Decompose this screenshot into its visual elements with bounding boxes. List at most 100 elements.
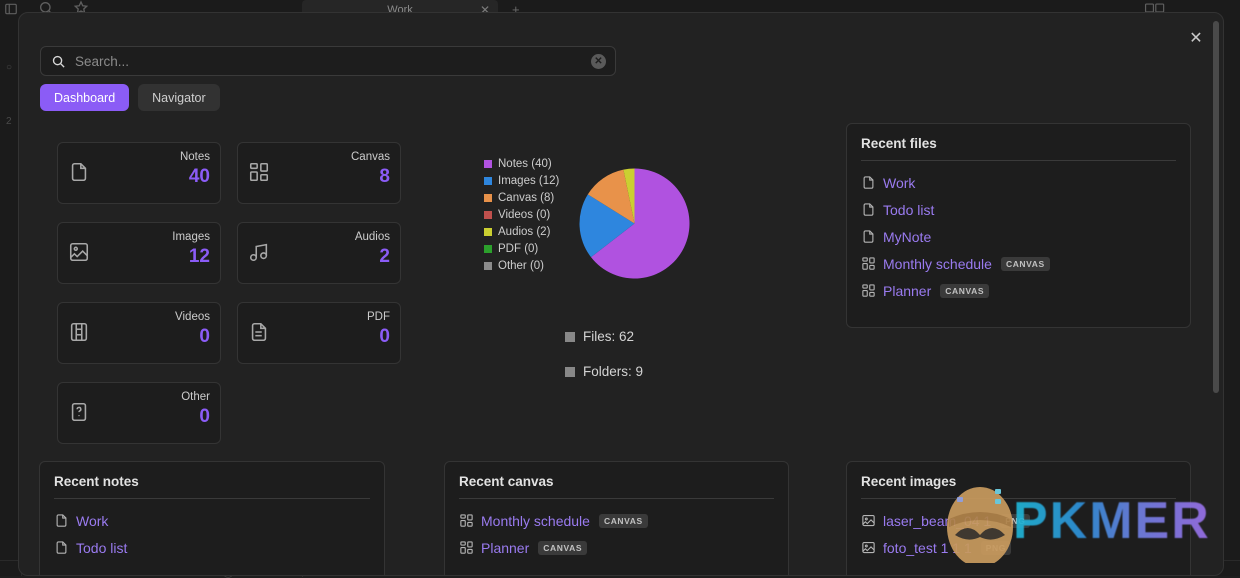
file-type-badge: CANVAS [538, 541, 587, 555]
stat-card-images[interactable]: Images 12 [57, 222, 221, 284]
list-item-label: Monthly schedule [481, 513, 590, 529]
file-icon [861, 202, 876, 217]
image-icon [68, 241, 90, 263]
panel-list: WorkTodo listMyNoteMonthly scheduleCANVA… [861, 161, 1176, 304]
list-item-label: foto_test 1 1 1 [883, 540, 972, 556]
list-item[interactable]: Work [861, 169, 1176, 196]
folders-count: Folders: 9 [565, 354, 643, 389]
pie-chart-svg [579, 168, 690, 279]
stat-card-videos[interactable]: Videos 0 [57, 302, 221, 364]
close-icon[interactable]: ✕ [1185, 28, 1207, 50]
files-count-label: Files: 62 [583, 329, 634, 344]
panel-title: Recent files [861, 136, 1176, 161]
legend-label: Notes (40) [498, 158, 552, 170]
modal-content: ✕ Dashboard Navigator Notes 40 [19, 13, 1223, 575]
legend-swatch-pdf [484, 245, 492, 253]
stat-card-canvas[interactable]: Canvas 8 [237, 142, 401, 204]
list-item[interactable]: Todo list [861, 196, 1176, 223]
legend-label: PDF (0) [498, 243, 538, 255]
legend-label: Images (12) [498, 175, 559, 187]
list-item[interactable]: Planner CANVAS [861, 277, 1176, 304]
stat-card-audios[interactable]: Audios 2 [237, 222, 401, 284]
file-type-badge: CANVAS [599, 514, 648, 528]
file-icon [861, 229, 876, 244]
film-icon [68, 321, 90, 343]
legend-item: Videos (0) [484, 206, 559, 223]
list-item[interactable]: laser_beam_04 1 PNG [861, 507, 1176, 534]
files-count: Files: 62 [565, 319, 643, 354]
legend-swatch-notes [484, 160, 492, 168]
legend-swatch-videos [484, 211, 492, 219]
panel-title: Recent images [861, 474, 1176, 499]
pie-chart-legend: Notes (40) Images (12) Canvas (8) Videos… [484, 155, 559, 274]
tab-dashboard[interactable]: Dashboard [40, 84, 129, 111]
pie-chart [579, 168, 690, 279]
list-item-label: Todo list [883, 202, 934, 218]
panel-recent-notes: Recent notes WorkTodo list [39, 461, 385, 576]
legend-label: Other (0) [498, 260, 544, 272]
legend-swatch-audios [484, 228, 492, 236]
list-item[interactable]: Work [54, 507, 370, 534]
file-icon [861, 175, 876, 190]
file-type-badge: PNG [1000, 514, 1030, 528]
list-item-label: Todo list [76, 540, 127, 556]
panel-list: Monthly schedule CANVAS Planner CANVAS [459, 499, 774, 561]
list-item[interactable]: Todo list [54, 534, 370, 561]
list-item[interactable]: MyNote [861, 223, 1176, 250]
clear-icon[interactable]: ✕ [591, 54, 606, 69]
panel-recent-images: Recent images laser_beam_04 1PNGfoto_tes… [846, 461, 1191, 576]
search-input[interactable] [41, 47, 615, 75]
modal-scrollbar[interactable] [1211, 19, 1221, 569]
search-box[interactable]: ✕ [40, 46, 616, 76]
legend-item: Canvas (8) [484, 189, 559, 206]
legend-item: PDF (0) [484, 240, 559, 257]
canvas-grid-icon [459, 513, 474, 528]
stat-card-other[interactable]: Other 0 [57, 382, 221, 444]
stat-card-pdf[interactable]: PDF 0 [237, 302, 401, 364]
file-icon [68, 161, 90, 183]
file-type-badge: PNG [981, 541, 1011, 555]
list-item[interactable]: Monthly scheduleCANVAS [861, 250, 1176, 277]
stat-card-notes[interactable]: Notes 40 [57, 142, 221, 204]
panel-list: laser_beam_04 1 PNG foto_test 1 1 1 PNG [861, 499, 1176, 561]
image-icon [861, 540, 876, 555]
list-item-label: Work [883, 175, 915, 191]
totals-block: Files: 62 Folders: 9 [565, 319, 643, 389]
legend-swatch-images [484, 177, 492, 185]
list-item[interactable]: Monthly schedule CANVAS [459, 507, 774, 534]
search-row: ✕ [40, 46, 616, 76]
image-icon [861, 513, 876, 528]
list-item-label: laser_beam_04 1 [883, 513, 991, 529]
file-icon [54, 540, 69, 555]
document-lines-icon [248, 321, 270, 343]
folders-swatch [565, 367, 575, 377]
view-tabs: Dashboard Navigator [40, 84, 220, 111]
dashboard-modal: ✕ ✕ Dashboard Navigator [18, 12, 1224, 576]
legend-swatch-canvas [484, 194, 492, 202]
rail-glyph-circle: ○ [6, 62, 12, 73]
scrollbar-thumb[interactable] [1213, 21, 1219, 393]
list-item[interactable]: Planner CANVAS [459, 534, 774, 561]
files-swatch [565, 332, 575, 342]
list-item[interactable]: foto_test 1 1 1 PNG [861, 534, 1176, 561]
panel-title: Recent canvas [459, 474, 774, 499]
legend-swatch-other [484, 262, 492, 270]
legend-item: Notes (40) [484, 155, 559, 172]
legend-label: Canvas (8) [498, 192, 554, 204]
search-icon [51, 54, 66, 69]
list-item-label: Planner [883, 283, 931, 299]
canvas-grid-icon [459, 540, 474, 555]
file-type-badge: CANVAS [940, 284, 989, 298]
folders-count-label: Folders: 9 [583, 364, 643, 379]
sidebar-toggle-icon[interactable] [4, 2, 18, 21]
list-item-label: Planner [481, 540, 529, 556]
tab-navigator[interactable]: Navigator [138, 84, 220, 111]
legend-label: Audios (2) [498, 226, 550, 238]
canvas-grid-icon [861, 283, 876, 298]
rail-glyph-two: 2 [6, 116, 12, 127]
legend-item: Audios (2) [484, 223, 559, 240]
panel-recent-canvas: Recent canvas Monthly scheduleCANVASPlan… [444, 461, 789, 576]
legend-item: Other (0) [484, 257, 559, 274]
panel-recent-files: Recent files WorkTodo listMyNoteMonthly … [846, 123, 1191, 328]
list-item-label: Monthly schedule [883, 256, 992, 272]
